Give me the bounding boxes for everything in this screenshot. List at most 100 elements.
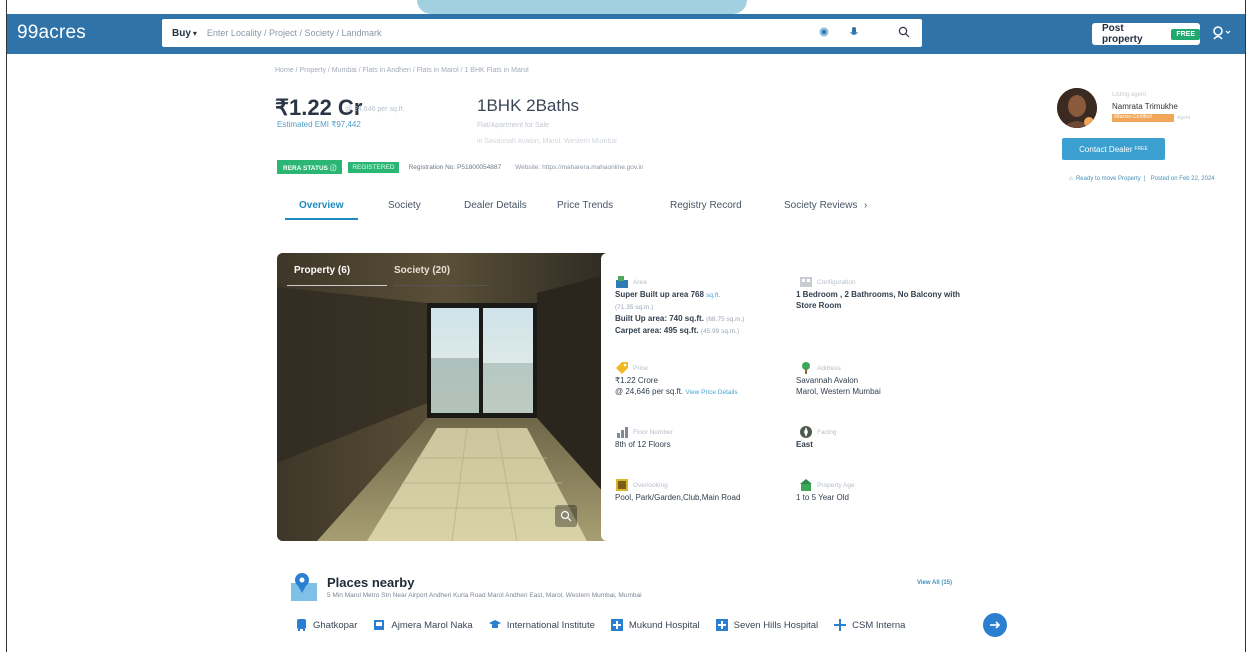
rera-status-label: RERA STATUS: [283, 165, 329, 172]
place-chip[interactable]: Ajmera Marol Naka: [373, 619, 473, 631]
property-age-detail: Property Age 1 to 5 Year Old: [796, 480, 966, 503]
listing-type: Flat/Apartment for Sale: [477, 122, 549, 129]
gallery-tab-property[interactable]: Property (6): [294, 265, 350, 276]
address-line1[interactable]: Savannah Avalon: [796, 376, 858, 385]
tab-society[interactable]: Society: [388, 200, 421, 211]
arrow-right-icon: [990, 621, 1001, 629]
chevron-down-icon[interactable]: ▾: [193, 29, 197, 38]
tab-society-reviews[interactable]: Society Reviews: [784, 200, 857, 211]
buy-dropdown-label[interactable]: Buy: [162, 28, 191, 39]
overlooking-label: Overlooking: [633, 482, 668, 489]
facing-detail: Facing East: [796, 427, 966, 450]
hospital-icon: [715, 619, 728, 631]
super-area-sqm: (71.35 sq.m.): [615, 304, 654, 311]
active-tab-indicator: [285, 218, 358, 220]
property-photo-gallery[interactable]: Property (6) Society (20): [277, 253, 613, 541]
area-unit-dropdown[interactable]: sq.ft.: [706, 292, 720, 299]
agent-name[interactable]: Namrata Trimukhe: [1112, 102, 1178, 111]
contact-dealer-button[interactable]: Contact Dealer FREE: [1062, 138, 1165, 160]
tab-overview[interactable]: Overview: [299, 200, 343, 211]
places-scroll-right-button[interactable]: [983, 613, 1007, 637]
view-all-places-link[interactable]: View All (15): [917, 580, 952, 586]
agent-role: Listing agent: [1112, 92, 1147, 98]
property-details-card: Area Super Built up area 768 sq.ft. (71.…: [601, 253, 967, 541]
user-account-icon[interactable]: [1211, 24, 1233, 42]
search-input-placeholder[interactable]: Enter Locality / Project / Society / Lan…: [207, 28, 382, 38]
property-age-label: Property Age: [817, 482, 855, 489]
area-detail: Area Super Built up area 768 sq.ft. (71.…: [615, 277, 765, 337]
decorative-banner: [417, 0, 747, 14]
builtup-area: Built Up area: 740 sq.ft.: [615, 314, 704, 323]
price-per-sqft: @ 24,646 per sq.ft.: [345, 106, 405, 113]
registered-badge: REGISTERED: [348, 161, 399, 173]
rera-website[interactable]: Website: https://maharera.mahaonline.gov…: [515, 164, 643, 171]
place-chip[interactable]: Seven Hills Hospital: [715, 619, 819, 631]
rera-row: RERA STATUS ⓘ REGISTERED Registration No…: [277, 160, 644, 174]
place-chip[interactable]: International Institute: [488, 619, 595, 631]
airplane-icon: [834, 619, 847, 631]
post-property-label: Post property: [1102, 23, 1143, 45]
view-price-details-link[interactable]: View Price Details: [685, 389, 737, 396]
price-label: Price: [633, 365, 648, 372]
agent-certified-tag: 99acres Certified: [1112, 114, 1174, 122]
hospital-icon: [610, 619, 623, 631]
place-chip[interactable]: Ghatkopar: [295, 619, 357, 631]
search-bar[interactable]: Buy ▾ Enter Locality / Project / Society…: [162, 19, 922, 47]
place-name: Seven Hills Hospital: [733, 619, 819, 631]
place-name: International Institute: [506, 619, 595, 631]
location-icon[interactable]: [817, 25, 831, 39]
listing-location: in Savannah Avalon, Marol, Western Mumba…: [477, 138, 617, 145]
metro-icon: [295, 619, 307, 631]
registration-number: Registration No: P51800054887: [408, 163, 502, 171]
price-per-sqft-detail: @ 24,646 per sq.ft.: [615, 387, 684, 396]
builtup-area-sqm: (68.75 sq.m.): [706, 316, 745, 323]
breadcrumb[interactable]: Home / Property / Mumbai / Flats in Andh…: [275, 67, 529, 74]
site-logo[interactable]: 99acres: [17, 22, 86, 44]
gallery-tab-society[interactable]: Society (20): [394, 265, 450, 276]
agent-panel: Listing agent Namrata Trimukhe 99acres C…: [1057, 88, 1245, 198]
place-name: CSM Interna: [852, 619, 906, 631]
places-nearby-list: Ghatkopar Ajmera Marol Naka Internationa…: [295, 619, 995, 631]
address-detail: Address Savannah Avalon Marol, Western M…: [796, 363, 966, 397]
map-pin-icon: [291, 573, 317, 601]
place-chip[interactable]: CSM Interna: [834, 619, 905, 631]
top-strip: [7, 0, 1245, 14]
gallery-tab-divider: [393, 285, 489, 286]
property-age-value: 1 to 5 Year Old: [796, 493, 849, 502]
floor-value: 8th of 12 Floors: [615, 440, 671, 449]
room-photo: [277, 253, 613, 541]
address-line2: Marol, Western Mumbai: [796, 387, 881, 396]
carpet-area-sqm: (45.99 sq.m.): [700, 328, 740, 335]
listing-title: 1BHK 2Baths: [477, 96, 580, 115]
zoom-icon[interactable]: [555, 505, 577, 527]
ready-to-move: Ready to move Property: [1075, 176, 1141, 182]
rera-status-badge[interactable]: RERA STATUS ⓘ: [277, 160, 343, 174]
gallery-tabs: Property (6) Society (20): [277, 253, 613, 287]
contact-free-badge: FREE: [1134, 146, 1148, 152]
places-nearby-title: Places nearby: [327, 575, 415, 590]
tab-registry-record[interactable]: Registry Record: [670, 200, 742, 211]
price-value: ₹1.22 Crore: [615, 376, 658, 385]
floor-label: Floor Number: [633, 429, 673, 436]
carpet-area: Carpet area: 495 sq.ft.: [615, 326, 699, 335]
tab-price-trends[interactable]: Price Trends: [557, 200, 613, 211]
tab-dealer-details[interactable]: Dealer Details: [464, 200, 527, 211]
listing-status-row: ⌂ Ready to move Property | Posted on Feb…: [1069, 176, 1215, 182]
configuration-detail: Configuration 1 Bedroom , 2 Bathrooms, N…: [796, 277, 966, 311]
super-builtup-area: Super Built up area 768: [615, 290, 704, 299]
post-property-button[interactable]: Post property FREE: [1092, 23, 1200, 45]
configuration-value: 1 Bedroom , 2 Bathrooms, No Balcony with…: [796, 290, 961, 310]
search-icon[interactable]: [897, 25, 911, 39]
gallery-tab-underline: [287, 285, 387, 286]
agent-avatar: [1057, 88, 1097, 128]
area-label: Area: [633, 279, 647, 286]
tabs-next-arrow[interactable]: ›: [864, 200, 867, 211]
floor-detail: Floor Number 8th of 12 Floors: [615, 427, 785, 450]
place-chip[interactable]: Mukund Hospital: [610, 619, 700, 631]
graduation-cap-icon: [488, 619, 501, 631]
agent-type: Agent: [1177, 115, 1191, 121]
places-nearby-subtitle: 5 Min Marol Metro Stn Near Airport Andhe…: [327, 592, 642, 599]
emi-estimate-link[interactable]: Estimated EMI ₹97,442: [277, 120, 361, 129]
configuration-label: Configuration: [817, 279, 856, 286]
microphone-icon[interactable]: [847, 25, 861, 39]
